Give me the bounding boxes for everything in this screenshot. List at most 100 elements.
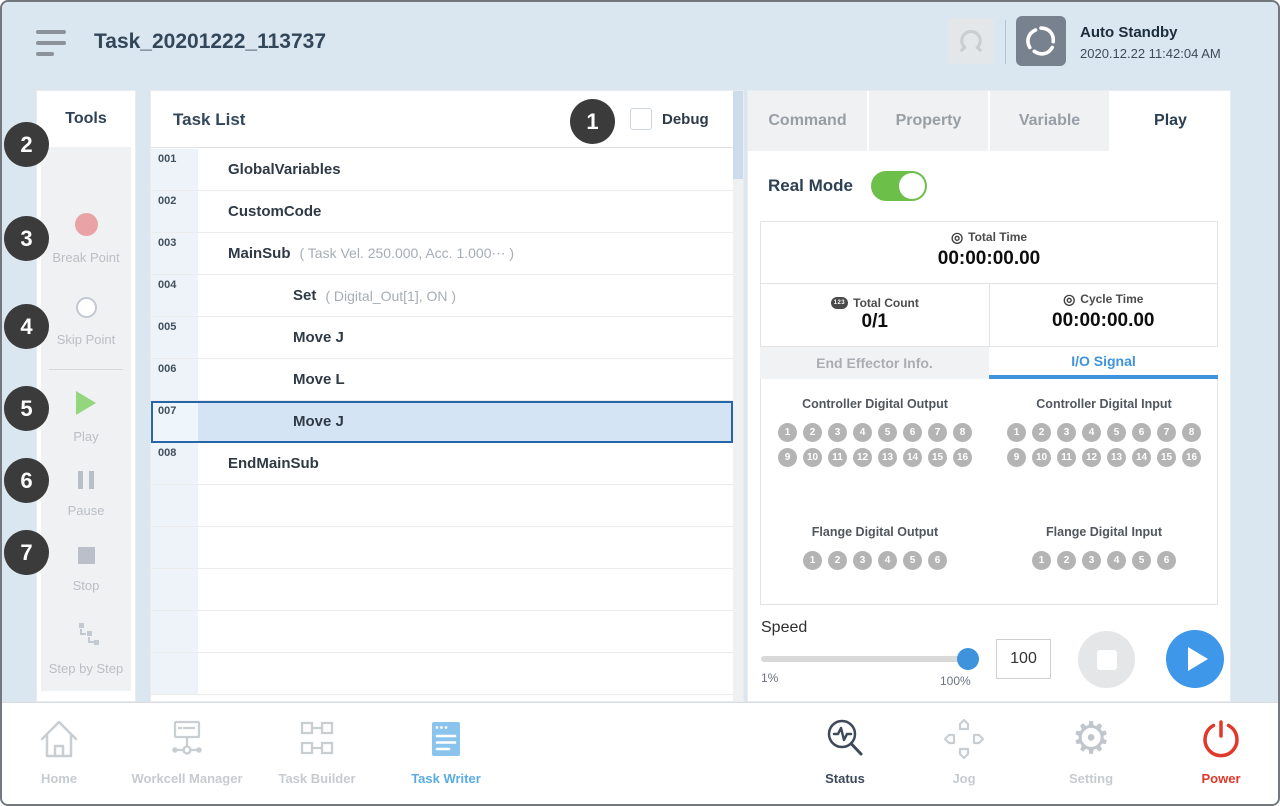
bottom-nav: Home Workcell Manager xyxy=(2,702,1278,804)
io-channel-dot: 1 xyxy=(1032,551,1051,570)
callout-7: 7 xyxy=(4,530,49,575)
swirl-icon xyxy=(1023,23,1059,59)
command-name: Move J xyxy=(293,329,344,346)
io-channel-dot: 9 xyxy=(1007,448,1026,467)
play-tool-button[interactable]: Play xyxy=(41,391,131,444)
tab-command[interactable]: Command xyxy=(748,91,869,151)
timer-box: ◎ Total Time 00:00:00.00 123 Total Count… xyxy=(760,221,1218,347)
nav-workcell-manager[interactable]: Workcell Manager xyxy=(117,715,257,786)
stop-label: Stop xyxy=(41,578,131,593)
app-window: Task_20201222_113737 Auto Standby 2020.1… xyxy=(0,0,1280,806)
pause-tool-button[interactable]: Pause xyxy=(41,471,131,518)
nav-setting-label: Setting xyxy=(1069,771,1113,786)
task-row[interactable]: 001 GlobalVariables xyxy=(151,149,733,191)
tools-panel-title: Tools xyxy=(37,91,135,147)
io-channel-dot: 3 xyxy=(1057,423,1076,442)
nav-task-writer-label: Task Writer xyxy=(411,771,481,786)
io-channel-dot: 5 xyxy=(903,551,922,570)
step-by-step-icon xyxy=(73,623,99,647)
task-list-header: Task List Debug xyxy=(151,91,743,148)
io-channel-dot: 7 xyxy=(1157,423,1176,442)
io-channel-dot: 6 xyxy=(1157,551,1176,570)
tab-end-effector-info[interactable]: End Effector Info. xyxy=(760,347,989,379)
task-row[interactable]: 008 EndMainSub xyxy=(151,443,733,485)
robot-gripper-button[interactable] xyxy=(948,18,994,64)
row-number: 001 xyxy=(151,149,198,190)
io-channel-dot: 13 xyxy=(878,448,897,467)
io-channel-dot: 4 xyxy=(853,423,872,442)
io-channel-dot: 7 xyxy=(928,423,947,442)
task-row-empty xyxy=(151,611,733,653)
controller-digital-input-group: Controller Digital Input 123456789101112… xyxy=(990,397,1218,470)
io-channel-dot: 8 xyxy=(1182,423,1201,442)
io-channel-dot: 4 xyxy=(1082,423,1101,442)
command-name: CustomCode xyxy=(228,203,321,220)
io-signal-box: Controller Digital Output 12345678910111… xyxy=(760,379,1218,605)
task-row[interactable]: 002 CustomCode xyxy=(151,191,733,233)
total-time-icon: ◎ xyxy=(951,230,963,244)
skip-point-button[interactable]: Skip Point xyxy=(41,297,131,347)
stop-tool-button[interactable]: Stop xyxy=(41,547,131,593)
command-params: ( Task Vel. 250.000, Acc. 1.000⋯ ) xyxy=(300,245,515,262)
callout-4: 4 xyxy=(4,304,49,349)
home-icon xyxy=(35,715,83,763)
io-channel-dot: 11 xyxy=(1057,448,1076,467)
row-number: 005 xyxy=(151,317,198,358)
auto-mode-button[interactable] xyxy=(1016,16,1066,66)
callout-5: 5 xyxy=(4,386,49,431)
status-timestamp: 2020.12.22 11:42:04 AM xyxy=(1080,46,1221,61)
nav-setting[interactable]: ⚙ Setting xyxy=(1021,715,1161,786)
break-point-label: Break Point xyxy=(41,250,131,265)
io-channel-dot: 5 xyxy=(1132,551,1151,570)
workcell-manager-icon xyxy=(163,715,211,763)
debug-checkbox[interactable] xyxy=(630,108,652,130)
speed-slider-thumb[interactable] xyxy=(957,648,979,670)
nav-task-writer[interactable]: Task Writer xyxy=(376,715,516,786)
skip-point-label: Skip Point xyxy=(41,332,131,347)
command-name: Set xyxy=(293,287,316,304)
io-channel-dot: 4 xyxy=(878,551,897,570)
task-row[interactable]: 005 Move J xyxy=(151,317,733,359)
tab-property[interactable]: Property xyxy=(869,91,990,151)
task-row-selected[interactable]: 007 Move J xyxy=(151,401,733,443)
io-channel-dot: 14 xyxy=(903,448,922,467)
task-list-scrollbar[interactable] xyxy=(733,91,743,701)
task-row[interactable]: 003 MainSub ( Task Vel. 250.000, Acc. 1.… xyxy=(151,233,733,275)
robot-status-label: Auto Standby xyxy=(1080,24,1178,41)
io-channel-dot: 4 xyxy=(1107,551,1126,570)
nav-task-builder[interactable]: Task Builder xyxy=(247,715,387,786)
tools-divider xyxy=(49,369,123,370)
panel-play-button[interactable] xyxy=(1166,630,1224,688)
row-number: 002 xyxy=(151,191,198,232)
flange-digital-output-group: Flange Digital Output 123456 xyxy=(761,525,989,573)
nav-home[interactable]: Home xyxy=(0,715,129,786)
tab-io-signal[interactable]: I/O Signal xyxy=(989,347,1218,379)
speed-slider[interactable] xyxy=(761,656,979,662)
nav-power[interactable]: Power xyxy=(1151,715,1280,786)
step-by-step-button[interactable]: Step by Step xyxy=(41,623,131,676)
task-row[interactable]: 006 Move L xyxy=(151,359,733,401)
io-group-title: Controller Digital Output xyxy=(761,397,989,411)
speed-value-input[interactable] xyxy=(996,639,1051,679)
task-row[interactable]: 004 Set ( Digital_Out[1], ON ) xyxy=(151,275,733,317)
task-writer-icon xyxy=(422,715,470,763)
io-channel-dot: 15 xyxy=(1157,448,1176,467)
nav-jog[interactable]: Jog xyxy=(894,715,1034,786)
command-params: ( Digital_Out[1], ON ) xyxy=(325,288,456,304)
command-name: GlobalVariables xyxy=(228,161,341,178)
cycle-time-label: Cycle Time xyxy=(1080,292,1143,306)
io-channel-dot: 2 xyxy=(1057,551,1076,570)
panel-stop-button[interactable] xyxy=(1078,631,1135,688)
callout-6: 6 xyxy=(4,458,49,503)
scrollbar-thumb[interactable] xyxy=(733,91,743,179)
skip-point-icon xyxy=(76,297,97,318)
tab-play[interactable]: Play xyxy=(1111,91,1230,151)
real-mode-toggle[interactable] xyxy=(871,171,927,201)
tab-variable[interactable]: Variable xyxy=(990,91,1111,151)
break-point-button[interactable]: Break Point xyxy=(41,213,131,265)
io-channel-dot: 2 xyxy=(1032,423,1051,442)
status-icon xyxy=(821,715,869,763)
topbar-divider xyxy=(1005,20,1006,64)
play-label: Play xyxy=(41,429,131,444)
menu-hamburger-icon[interactable] xyxy=(36,30,68,58)
